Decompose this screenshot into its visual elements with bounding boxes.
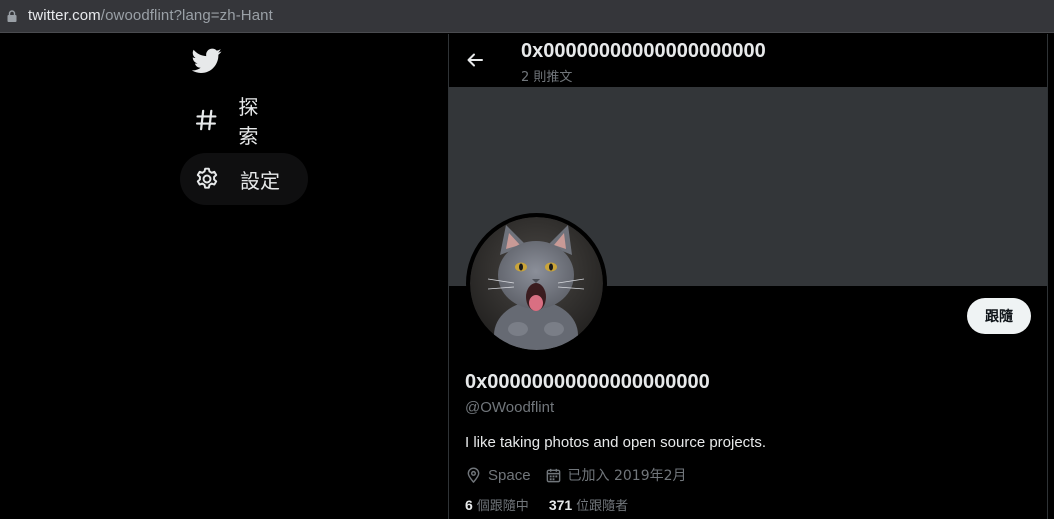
followers-link[interactable]: 371 位跟隨者 bbox=[549, 495, 628, 514]
browser-address-bar[interactable]: twitter.com/owoodflint?lang=zh-Hant bbox=[0, 0, 1054, 33]
sidebar-item-explore[interactable]: 探索 bbox=[180, 94, 290, 148]
followers-count: 371 bbox=[548, 497, 573, 513]
following-count: 6 bbox=[465, 497, 473, 513]
lock-icon bbox=[7, 10, 17, 22]
location: Space bbox=[465, 467, 531, 484]
calendar-icon bbox=[546, 468, 560, 482]
display-name: 0x00000000000000000000 bbox=[465, 371, 710, 393]
follow-stats: 6 個跟隨中 371 位跟隨者 bbox=[465, 495, 648, 514]
following-label: 個跟隨中 bbox=[476, 499, 529, 514]
profile-column: 0x00000000000000000000 2 則推文 跟隨 0x000000… bbox=[448, 34, 1048, 519]
page-title: 0x00000000000000000000 bbox=[521, 40, 766, 62]
post-count: 2 則推文 bbox=[521, 70, 573, 85]
sidebar-item-label: 探索 bbox=[238, 95, 259, 148]
back-arrow-icon[interactable] bbox=[465, 50, 485, 70]
user-handle: @OWoodflint bbox=[465, 399, 555, 416]
following-link[interactable]: 6 個跟隨中 bbox=[465, 495, 529, 514]
twitter-bird-icon[interactable] bbox=[192, 48, 222, 74]
sidebar-item-label: 設定 bbox=[240, 168, 280, 193]
hashtag-icon bbox=[195, 109, 217, 131]
follow-button[interactable]: 跟隨 bbox=[967, 298, 1031, 334]
followers-label: 位跟隨者 bbox=[576, 499, 629, 514]
join-date: 已加入 2019年2月 bbox=[545, 465, 687, 485]
gear-icon bbox=[196, 167, 218, 189]
sidebar-item-settings[interactable]: 設定 bbox=[180, 153, 308, 205]
join-date-text: 已加入 2019年2月 bbox=[567, 468, 687, 484]
profile-bio: I like taking photos and open source pro… bbox=[465, 434, 767, 451]
url-path: /owoodflint?lang=zh-Hant bbox=[100, 7, 273, 24]
avatar[interactable] bbox=[466, 213, 607, 354]
profile-header: 0x00000000000000000000 2 則推文 bbox=[449, 34, 1047, 87]
kitten-photo-icon bbox=[470, 217, 603, 350]
url-host: twitter.com bbox=[28, 7, 101, 24]
url-text[interactable]: twitter.com/owoodflint?lang=zh-Hant bbox=[28, 7, 273, 24]
location-pin-icon bbox=[467, 467, 480, 483]
profile-meta: Space 已加入 2019年2月 bbox=[465, 464, 701, 486]
location-text: Space bbox=[488, 466, 531, 484]
